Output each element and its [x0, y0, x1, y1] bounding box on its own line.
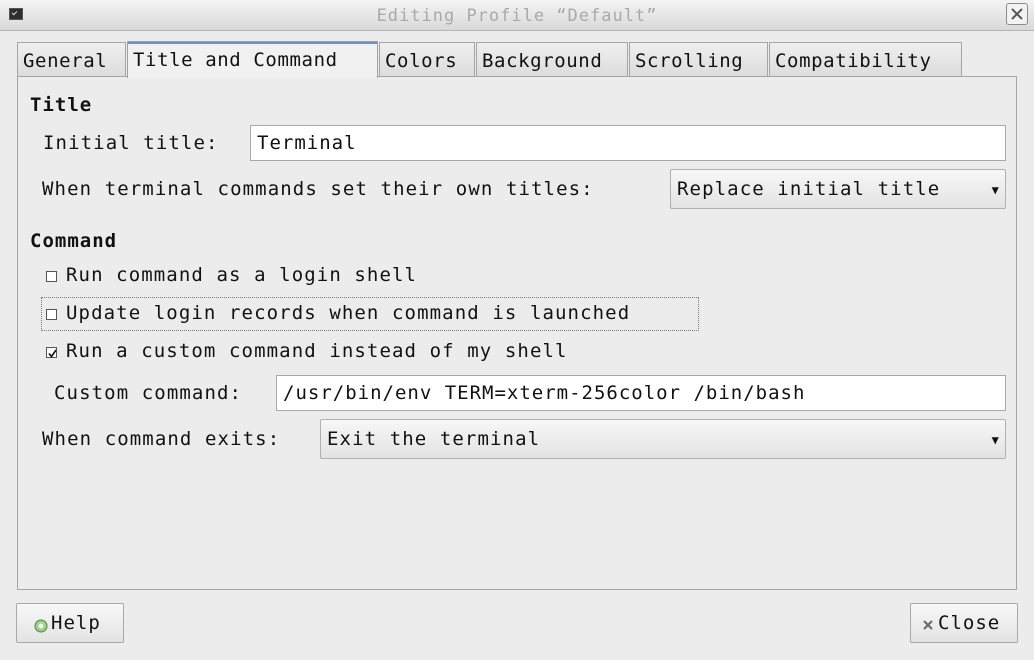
update-records-checkbox[interactable] [46, 309, 57, 320]
dynamic-title-select[interactable]: Replace initial title ▼ [670, 169, 1006, 209]
login-shell-checkbox[interactable] [46, 271, 57, 282]
exit-action-label: When command exits: [42, 428, 281, 450]
update-records-label: Update login records when command is lau… [66, 302, 631, 324]
tab-background[interactable]: Background [476, 42, 628, 77]
chevron-down-icon: ▼ [991, 183, 1000, 197]
checkmark-icon [48, 349, 57, 358]
tab-title-and-command[interactable]: Title and Command [127, 41, 378, 78]
custom-command-checkbox-row[interactable]: Run a custom command instead of my shell [46, 339, 646, 367]
dynamic-title-select-value: Replace initial title [677, 178, 941, 200]
tab-panel: Title Initial title: Terminal When termi… [17, 76, 1017, 590]
help-button-label: Help [51, 612, 101, 634]
command-section-heading: Command [30, 230, 118, 252]
custom-command-input[interactable]: /usr/bin/env TERM=xterm-256color /bin/ba… [276, 375, 1006, 411]
chevron-down-icon: ▼ [991, 433, 1000, 447]
initial-title-input[interactable]: Terminal [250, 125, 1006, 161]
window-close-button[interactable] [1006, 3, 1028, 25]
custom-command-label: Custom command: [54, 382, 243, 404]
tab-scrolling[interactable]: Scrolling [629, 42, 768, 77]
login-shell-checkbox-row[interactable]: Run command as a login shell [46, 263, 466, 291]
help-button[interactable]: Help [16, 603, 124, 643]
login-shell-label: Run command as a login shell [66, 264, 418, 286]
close-icon [923, 620, 933, 630]
exit-action-select-value: Exit the terminal [327, 428, 541, 450]
initial-title-label: Initial title: [43, 132, 219, 154]
close-button[interactable]: Close [910, 603, 1018, 643]
tab-general[interactable]: General [17, 42, 126, 77]
window-title: Editing Profile “Default” [376, 6, 658, 26]
title-section-heading: Title [30, 94, 93, 116]
update-records-checkbox-row[interactable]: Update login records when command is lau… [46, 301, 696, 329]
tab-colors[interactable]: Colors [379, 42, 475, 77]
tab-compatibility[interactable]: Compatibility [769, 42, 962, 77]
close-button-label: Close [938, 612, 1001, 634]
dynamic-title-label: When terminal commands set their own tit… [42, 178, 594, 200]
custom-command-toggle-label: Run a custom command instead of my shell [66, 340, 568, 362]
window-titlebar[interactable]: Editing Profile “Default” [0, 0, 1034, 31]
custom-command-checkbox[interactable] [46, 347, 57, 358]
exit-action-select[interactable]: Exit the terminal ▼ [320, 419, 1006, 459]
help-icon [34, 619, 48, 633]
close-icon [1011, 8, 1023, 20]
